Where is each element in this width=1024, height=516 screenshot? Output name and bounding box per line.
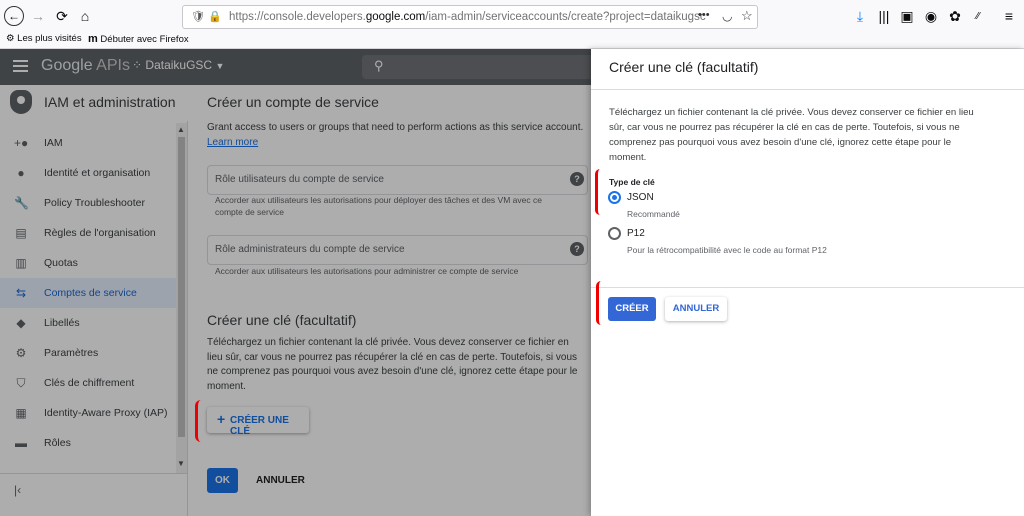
key-type-label: Type de clé: [609, 177, 655, 187]
p12-option-label[interactable]: P12: [627, 228, 645, 239]
menu-icon[interactable]: ≡: [999, 6, 1019, 26]
panel-cancel-button[interactable]: ANNULER: [665, 297, 727, 321]
bookmark-getting-started[interactable]: m Débuter avec Firefox: [88, 33, 189, 45]
reload-icon[interactable]: ⟳: [52, 6, 72, 26]
url-text: https://console.developers.google.com/ia…: [229, 11, 706, 23]
panel-header-divider: [591, 89, 1024, 90]
back-icon[interactable]: ←: [4, 6, 24, 26]
lock-warning-icon[interactable]: 🔒: [208, 10, 222, 23]
sidebar-icon[interactable]: ▣: [897, 6, 917, 26]
devtools-icon[interactable]: ⁄∕: [968, 6, 988, 26]
bookmark-most-visited[interactable]: ⚙ Les plus visités: [6, 33, 82, 44]
page-actions-icon[interactable]: •••: [698, 9, 710, 21]
json-option-hint: Recommandé: [627, 209, 680, 219]
url-bar[interactable]: 🛡 🔒 https://console.developers.google.co…: [182, 5, 758, 29]
panel-text: Téléchargez un fichier contenant la clé …: [609, 107, 974, 163]
home-icon[interactable]: ⌂: [75, 6, 95, 26]
modal-backdrop[interactable]: [0, 49, 591, 516]
create-button[interactable]: CRÉER: [608, 297, 656, 321]
download-icon[interactable]: ⤓: [850, 6, 870, 26]
extension-icon[interactable]: ✿: [945, 6, 965, 26]
pocket-icon[interactable]: ◡: [722, 9, 732, 23]
bookmark-star-icon[interactable]: ☆: [741, 8, 753, 24]
browser-toolbar: ← → ⟳ ⌂ 🛡 🔒 https://console.developers.g…: [0, 0, 1024, 49]
shield-icon[interactable]: 🛡: [191, 10, 205, 23]
json-option-label[interactable]: JSON: [627, 192, 654, 203]
panel-footer-divider: [591, 287, 1024, 288]
forward-icon[interactable]: →: [28, 6, 48, 26]
red-annotation-mark: [595, 169, 605, 215]
red-annotation-mark: [596, 281, 606, 325]
create-key-panel: Créer une clé (facultatif) Téléchargez u…: [591, 49, 1024, 516]
json-radio[interactable]: [608, 191, 621, 204]
red-annotation-mark: [195, 400, 207, 442]
library-icon[interactable]: |||: [874, 6, 894, 26]
p12-option-hint: Pour la rétrocompatibilité avec le code …: [627, 245, 827, 255]
account-icon[interactable]: ◉: [921, 6, 941, 26]
panel-title: Créer une clé (facultatif): [609, 59, 759, 75]
p12-radio[interactable]: [608, 227, 621, 240]
